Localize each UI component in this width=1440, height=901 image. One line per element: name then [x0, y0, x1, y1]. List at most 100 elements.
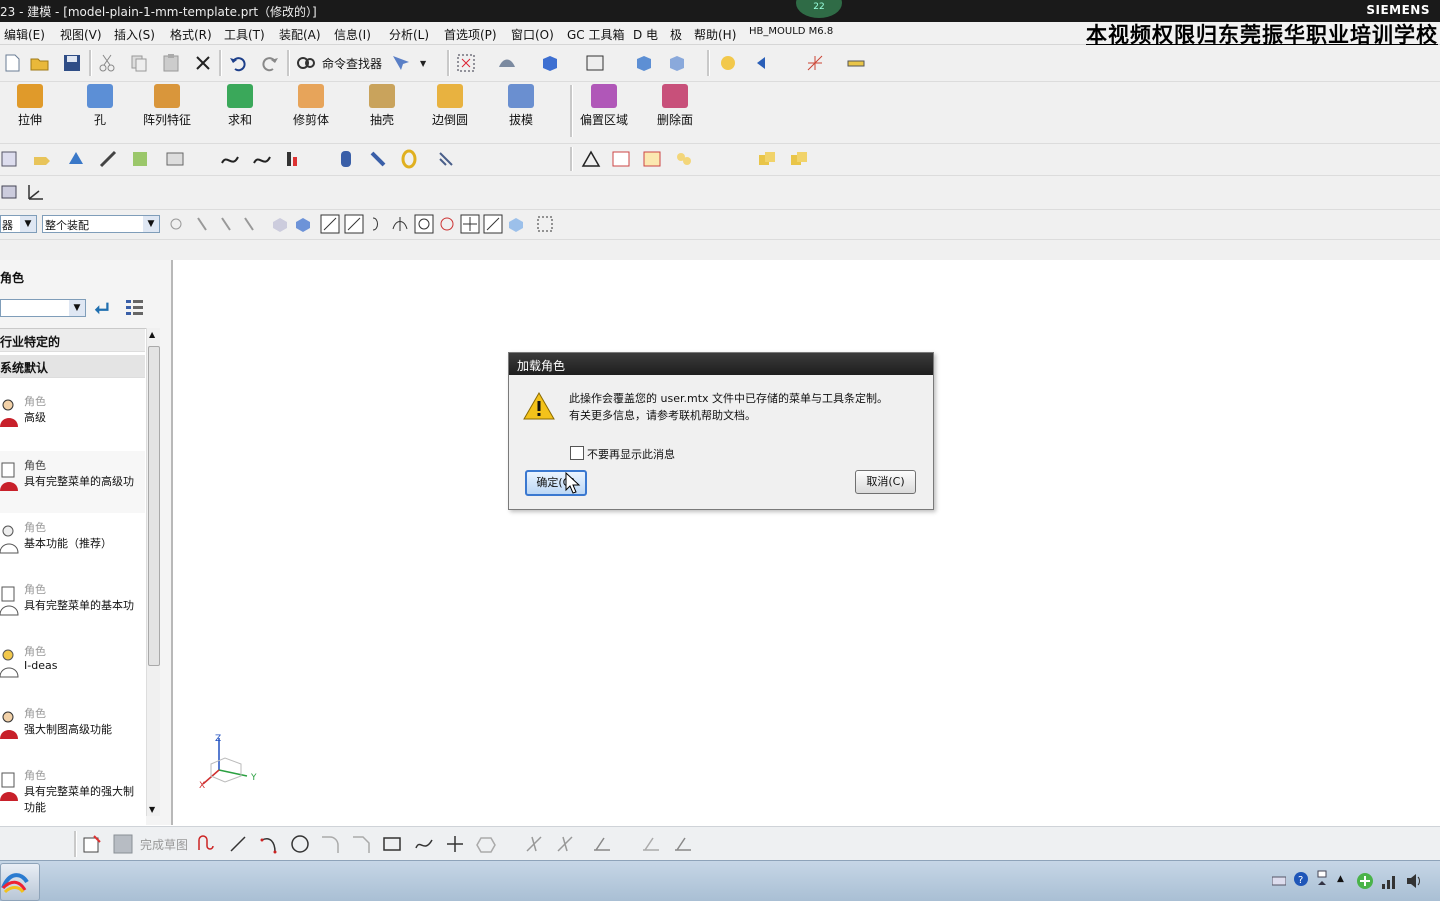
- render-style-icon[interactable]: [497, 53, 517, 73]
- volume-icon[interactable]: [1405, 872, 1423, 890]
- studio-spline-icon[interactable]: [414, 834, 434, 854]
- measure-distance-icon[interactable]: [846, 53, 866, 73]
- coordinate-system-icon[interactable]: [805, 53, 825, 73]
- menu-gc-toolbox[interactable]: GC 工具箱: [567, 26, 625, 43]
- tray-app-icon[interactable]: [1356, 872, 1374, 890]
- replace-face-icon[interactable]: [130, 149, 150, 169]
- menu-pole[interactable]: 极: [670, 26, 682, 43]
- dialog-titlebar[interactable]: 加载角色: [509, 353, 933, 375]
- open-folder-icon[interactable]: [30, 53, 50, 73]
- fillet-icon[interactable]: [320, 834, 340, 854]
- extrude-button[interactable]: 拉伸: [0, 84, 60, 134]
- signal-icon[interactable]: [1381, 872, 1399, 890]
- quadrant-icon[interactable]: [437, 214, 457, 234]
- existing-point-icon[interactable]: [460, 214, 480, 234]
- part-navigator-icon[interactable]: [0, 149, 20, 169]
- tray-network-icon[interactable]: [1316, 869, 1328, 891]
- grid-icon[interactable]: [535, 214, 555, 234]
- dropdown-arrow-icon[interactable]: ▼: [420, 59, 426, 68]
- quick-extend-icon[interactable]: [555, 834, 575, 854]
- background-icon[interactable]: [585, 53, 605, 73]
- menu-preferences[interactable]: 首选项(P): [444, 26, 497, 43]
- shell-button[interactable]: 抽壳: [352, 84, 412, 134]
- line-icon[interactable]: [228, 834, 248, 854]
- clip-view-icon[interactable]: [667, 53, 687, 73]
- menu-view[interactable]: 视图(V): [60, 26, 102, 43]
- new-file-icon[interactable]: [2, 53, 22, 73]
- quick-trim-icon[interactable]: [524, 834, 544, 854]
- tray-expand-icon[interactable]: ▲: [1337, 874, 1344, 884]
- app-orb-icon[interactable]: 22: [796, 0, 842, 18]
- assembly-icon[interactable]: [757, 149, 777, 169]
- cancel-button[interactable]: 取消(C): [855, 470, 916, 494]
- list-item[interactable]: 角色 强大制图高级功能: [0, 699, 145, 761]
- list-view-icon[interactable]: [124, 297, 150, 317]
- arc-center-icon[interactable]: [414, 214, 434, 234]
- chevron-down-icon[interactable]: ▼: [69, 300, 85, 316]
- list-item[interactable]: 角色 高级: [0, 387, 145, 449]
- menu-edit[interactable]: 编辑(E): [4, 26, 45, 43]
- save-icon[interactable]: [62, 53, 82, 73]
- redo-icon[interactable]: [260, 53, 280, 73]
- ring-icon[interactable]: [399, 149, 419, 169]
- menu-assembly[interactable]: 装配(A): [279, 26, 321, 43]
- cylinder-icon[interactable]: [336, 149, 356, 169]
- selection-mode-icon[interactable]: [194, 214, 214, 234]
- body-selection-icon[interactable]: [293, 214, 313, 234]
- roles-filter-select[interactable]: ▼: [0, 299, 86, 317]
- help-icon[interactable]: ?: [1293, 871, 1309, 887]
- triangle-icon[interactable]: [581, 149, 601, 169]
- finish-sketch-icon[interactable]: [113, 834, 133, 854]
- chamfer-icon[interactable]: [351, 834, 371, 854]
- dont-show-again-checkbox[interactable]: [570, 446, 584, 460]
- selection-filter-icon[interactable]: [390, 53, 410, 73]
- trim-body-button[interactable]: 修剪体: [281, 84, 341, 134]
- selection-mode-icon[interactable]: [241, 214, 261, 234]
- graphics-window[interactable]: Z Y X: [173, 260, 1440, 825]
- layer-settings-icon[interactable]: [0, 182, 20, 202]
- point-icon[interactable]: [445, 834, 465, 854]
- delete-icon[interactable]: [193, 53, 213, 73]
- pattern-feature-button[interactable]: 阵列特征: [137, 84, 197, 134]
- menu-insert[interactable]: 插入(S): [114, 26, 155, 43]
- tag-icon[interactable]: [32, 149, 52, 169]
- list-item[interactable]: 角色 具有完整菜单的高级功: [0, 451, 145, 513]
- flowers-icon[interactable]: [674, 149, 694, 169]
- solid-selection-icon[interactable]: [270, 214, 290, 234]
- point-on-curve-icon[interactable]: [483, 214, 503, 234]
- menu-analysis[interactable]: 分析(L): [389, 26, 429, 43]
- menu-format[interactable]: 格式(R): [170, 26, 212, 43]
- dimension-constraint-icon[interactable]: [673, 834, 693, 854]
- rectangle-icon[interactable]: [382, 834, 402, 854]
- section-view-icon[interactable]: [634, 53, 654, 73]
- paste-icon[interactable]: [161, 53, 181, 73]
- menu-help[interactable]: 帮助(H): [694, 26, 736, 43]
- hole-button[interactable]: 孔: [70, 84, 130, 134]
- type-filter-select[interactable]: 器 ▼: [0, 215, 37, 233]
- chevron-down-icon[interactable]: ▼: [143, 216, 159, 232]
- menu-info[interactable]: 信息(I): [334, 26, 371, 43]
- chevron-down-icon[interactable]: ▼: [20, 216, 36, 232]
- offset-region-button[interactable]: 偏置区域: [574, 84, 634, 134]
- curve-icon[interactable]: [220, 149, 240, 169]
- table-icon[interactable]: [611, 149, 631, 169]
- cut-icon[interactable]: [97, 53, 117, 73]
- wcs-orient-icon[interactable]: [26, 182, 46, 202]
- assembly-constraint-icon[interactable]: [789, 149, 809, 169]
- finish-sketch-label[interactable]: 完成草图: [140, 836, 188, 853]
- sketch-icon[interactable]: [82, 834, 102, 854]
- list-item[interactable]: 角色 具有完整菜单的强大制 功能: [0, 761, 145, 823]
- circle-icon[interactable]: [290, 834, 310, 854]
- grid-points-icon[interactable]: [642, 149, 662, 169]
- menu-window[interactable]: 窗口(O): [511, 26, 554, 43]
- unite-button[interactable]: 求和: [210, 84, 270, 134]
- load-role-arrow-icon[interactable]: [92, 299, 112, 317]
- polygon-icon[interactable]: [476, 834, 496, 854]
- command-finder-icon[interactable]: [296, 53, 316, 73]
- constraint-icon[interactable]: [592, 834, 612, 854]
- menu-electrical[interactable]: D 电: [633, 26, 658, 43]
- point-on-face-icon[interactable]: [506, 214, 526, 234]
- wcs-dynamics-icon[interactable]: [718, 53, 738, 73]
- group-header[interactable]: 行业特定的: [0, 329, 145, 352]
- selection-mode-icon[interactable]: [218, 214, 238, 234]
